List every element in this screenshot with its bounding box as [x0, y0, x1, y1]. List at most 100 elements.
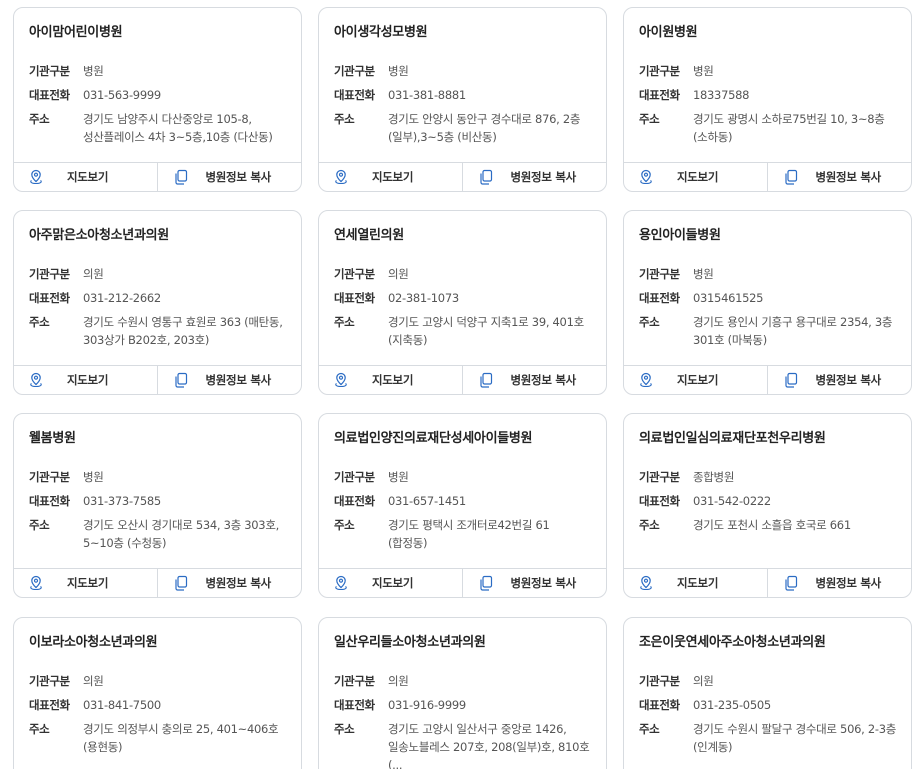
phone-label: 대표전화 [29, 698, 70, 712]
copy-info-label: 병원정보 복사 [815, 373, 882, 387]
type-row: 기관구분 의원 [29, 265, 286, 283]
hospital-card: 조은이웃연세아주소아청소년과의원 기관구분 의원 대표전화 031-235-05… [623, 617, 912, 769]
type-value: 의원 [83, 267, 104, 281]
type-value: 병원 [388, 470, 409, 484]
address-row: 주소 경기도 오산시 경기대로 534, 3층 303호, 5~10층 (수청동… [29, 516, 286, 552]
card-actions: 지도보기 병원정보 복사 [319, 365, 606, 394]
copy-icon [784, 169, 798, 185]
map-view-label: 지도보기 [372, 170, 414, 184]
hospital-name: 이보라소아청소년과의원 [29, 635, 158, 650]
map-view-button[interactable]: 지도보기 [624, 163, 768, 191]
type-row: 기관구분 병원 [334, 468, 591, 486]
map-view-button[interactable]: 지도보기 [14, 569, 158, 597]
address-value: 경기도 남양주시 다산중앙로 105-8, 성산플레이스 4차 3~5층,10층… [83, 112, 273, 144]
card-actions: 지도보기 병원정보 복사 [14, 568, 301, 597]
card-body: 조은이웃연세아주소아청소년과의원 기관구분 의원 대표전화 031-235-05… [624, 618, 911, 769]
hospital-card: 연세열린의원 기관구분 의원 대표전화 02-381-1073 주소 경기도 고… [318, 210, 607, 395]
hospital-name: 조은이웃연세아주소아청소년과의원 [639, 635, 826, 650]
type-row: 기관구분 의원 [334, 672, 591, 690]
map-view-button[interactable]: 지도보기 [624, 569, 768, 597]
info-list: 기관구분 병원 대표전화 031-381-8881 주소 경기도 안양시 동안구… [334, 62, 591, 146]
card-actions: 지도보기 병원정보 복사 [319, 162, 606, 191]
map-view-button[interactable]: 지도보기 [14, 366, 158, 394]
hospital-card: 아이생각성모병원 기관구분 병원 대표전화 031-381-8881 주소 경기… [318, 7, 607, 192]
map-pin-icon [334, 372, 348, 388]
hospital-card: 아이맘어린이병원 기관구분 병원 대표전화 031-563-9999 주소 경기… [13, 7, 302, 192]
copy-info-button[interactable]: 병원정보 복사 [158, 366, 302, 394]
copy-info-button[interactable]: 병원정보 복사 [463, 366, 607, 394]
type-label: 기관구분 [639, 674, 680, 688]
info-list: 기관구분 병원 대표전화 031-657-1451 주소 경기도 평택시 조개터… [334, 468, 591, 552]
phone-value: 031-373-7585 [83, 494, 161, 508]
card-actions: 지도보기 병원정보 복사 [319, 568, 606, 597]
info-list: 기관구분 병원 대표전화 0315461525 주소 경기도 용인시 기흥구 용… [639, 265, 896, 349]
map-view-button[interactable]: 지도보기 [14, 163, 158, 191]
phone-label: 대표전화 [29, 494, 70, 508]
phone-row: 대표전화 031-916-9999 [334, 696, 591, 714]
phone-value: 031-212-2662 [83, 291, 161, 305]
copy-info-button[interactable]: 병원정보 복사 [768, 163, 912, 191]
copy-info-button[interactable]: 병원정보 복사 [768, 569, 912, 597]
phone-label: 대표전화 [334, 291, 375, 305]
copy-info-label: 병원정보 복사 [205, 170, 272, 184]
address-label: 주소 [334, 722, 355, 736]
hospital-card: 의료법인일심의료재단포천우리병원 기관구분 종합병원 대표전화 031-542-… [623, 413, 912, 598]
address-value: 경기도 수원시 영통구 효원로 363 (매탄동, 303상가 B202호, 2… [83, 315, 283, 347]
card-body: 아이원병원 기관구분 병원 대표전화 18337588 주소 경기도 광명시 소… [624, 8, 911, 162]
type-label: 기관구분 [29, 267, 70, 281]
card-body: 웰봄병원 기관구분 병원 대표전화 031-373-7585 주소 경기도 오산… [14, 414, 301, 568]
type-label: 기관구분 [639, 267, 680, 281]
type-value: 의원 [83, 674, 104, 688]
address-row: 주소 경기도 광명시 소하로75번길 10, 3~8층 (소하동) [639, 110, 896, 146]
card-body: 이보라소아청소년과의원 기관구분 의원 대표전화 031-841-7500 주소… [14, 618, 301, 769]
map-view-button[interactable]: 지도보기 [624, 366, 768, 394]
hospital-card: 의료법인양진의료재단성세아이들병원 기관구분 병원 대표전화 031-657-1… [318, 413, 607, 598]
hospital-name: 연세열린의원 [334, 228, 404, 243]
info-list: 기관구분 병원 대표전화 031-563-9999 주소 경기도 남양주시 다산… [29, 62, 286, 146]
map-pin-icon [639, 372, 653, 388]
phone-label: 대표전화 [639, 291, 680, 305]
address-row: 주소 경기도 고양시 일산서구 중앙로 1426, 일송노블레스 207호, 2… [334, 720, 591, 769]
copy-info-button[interactable]: 병원정보 복사 [768, 366, 912, 394]
copy-info-button[interactable]: 병원정보 복사 [463, 163, 607, 191]
phone-value: 031-563-9999 [83, 88, 161, 102]
map-view-button[interactable]: 지도보기 [319, 569, 463, 597]
card-actions: 지도보기 병원정보 복사 [624, 365, 911, 394]
address-label: 주소 [639, 112, 660, 126]
phone-row: 대표전화 0315461525 [639, 289, 896, 307]
type-row: 기관구분 병원 [334, 62, 591, 80]
type-value: 병원 [693, 267, 714, 281]
map-pin-icon [334, 575, 348, 591]
card-actions: 지도보기 병원정보 복사 [624, 162, 911, 191]
address-value: 경기도 수원시 팔달구 경수대로 506, 2-3층 (인계동) [693, 722, 896, 754]
copy-info-button[interactable]: 병원정보 복사 [158, 569, 302, 597]
type-row: 기관구분 의원 [29, 672, 286, 690]
map-view-button[interactable]: 지도보기 [319, 366, 463, 394]
type-label: 기관구분 [29, 64, 70, 78]
address-label: 주소 [29, 315, 50, 329]
copy-icon [479, 372, 493, 388]
copy-icon [784, 575, 798, 591]
address-row: 주소 경기도 용인시 기흥구 용구대로 2354, 3층 301호 (마북동) [639, 313, 896, 349]
map-view-label: 지도보기 [677, 373, 719, 387]
type-row: 기관구분 병원 [29, 468, 286, 486]
address-row: 주소 경기도 안양시 동안구 경수대로 876, 2층(일부),3~5층 (비산… [334, 110, 591, 146]
copy-info-button[interactable]: 병원정보 복사 [158, 163, 302, 191]
hospital-name: 용인아이들병원 [639, 228, 721, 243]
phone-row: 대표전화 031-542-0222 [639, 492, 896, 510]
address-value: 경기도 오산시 경기대로 534, 3층 303호, 5~10층 (수청동) [83, 518, 279, 550]
map-view-button[interactable]: 지도보기 [319, 163, 463, 191]
phone-row: 대표전화 031-657-1451 [334, 492, 591, 510]
address-value: 경기도 용인시 기흥구 용구대로 2354, 3층 301호 (마북동) [693, 315, 893, 347]
info-list: 기관구분 병원 대표전화 031-373-7585 주소 경기도 오산시 경기대… [29, 468, 286, 552]
address-value: 경기도 포천시 소흘읍 호국로 661 [693, 518, 851, 532]
hospital-name: 아주맑은소아청소년과의원 [29, 228, 169, 243]
info-list: 기관구분 병원 대표전화 18337588 주소 경기도 광명시 소하로75번길… [639, 62, 896, 146]
map-view-label: 지도보기 [372, 576, 414, 590]
card-body: 아주맑은소아청소년과의원 기관구분 의원 대표전화 031-212-2662 주… [14, 211, 301, 365]
copy-info-label: 병원정보 복사 [510, 576, 577, 590]
map-pin-icon [29, 169, 43, 185]
hospital-name: 일산우리들소아청소년과의원 [334, 635, 486, 650]
map-view-label: 지도보기 [67, 576, 109, 590]
copy-info-button[interactable]: 병원정보 복사 [463, 569, 607, 597]
